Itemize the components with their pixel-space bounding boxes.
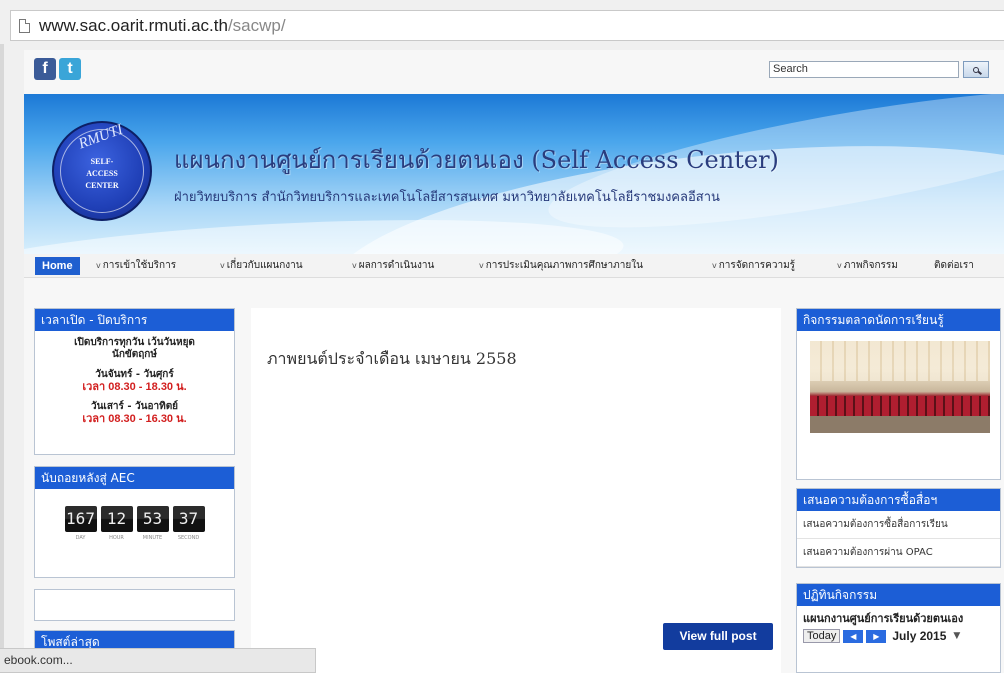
main-content: ภาพยนต์ประจำเดือน เมษายน 2558 View full … [251,308,781,673]
search-icon [973,66,979,73]
hours-note: เปิดบริการทุกวัน เว้นวันหยุด นักขัตฤกษ์ [35,337,234,361]
countdown-label: MINUTE [142,535,163,541]
weekday-hours: วันจันทร์ - วันศุกร์ เวลา 08.30 - 18.30 … [35,369,234,393]
status-bar: ebook.com... [0,648,316,673]
nav-label: ผลการดำเนินงาน [358,260,435,271]
calendar-event-title: แผนกงานศูนย์การเรียนด้วยตนเอง [803,612,964,625]
hours-note-line: เปิดบริการทุกวัน เว้นวันหยุด [74,337,195,348]
view-full-post-button[interactable]: View full post [663,623,773,650]
countdown-labels: DAY HOUR MINUTE SECOND [35,535,234,541]
chevron-down-icon: v [220,261,225,270]
weekday-time: เวลา 08.30 - 18.30 น. [82,381,187,393]
search-input[interactable]: Search [769,61,959,78]
countdown-days: 167 [64,506,97,532]
nav-label: เกี่ยวกับแผนกงาน [226,260,303,271]
nav-home[interactable]: Home [35,257,80,275]
nav-gallery[interactable]: v ภาพกิจกรรม [837,258,898,273]
countdown-label: DAY [75,535,86,541]
facebook-icon[interactable]: f [34,58,56,80]
chevron-down-icon[interactable]: ▼ [953,631,960,641]
site-logo[interactable]: RMUTI SELF- ACCESS CENTER [52,121,152,221]
url-path: /sacwp/ [227,15,286,35]
today-button[interactable]: Today [803,629,841,643]
hours-note-line: นักขัตฤกษ์ [112,349,157,360]
activity-photo[interactable] [810,341,990,433]
countdown-minutes: 53 [136,506,169,532]
calendar-controls: Today ◀ ▶ July 2015 ▼ [797,626,1000,646]
nav-results[interactable]: v ผลการดำเนินงาน [352,258,434,273]
request-link-media[interactable]: เสนอความต้องการซื้อสื่อการเรียน [797,511,1000,539]
url-host: www.sac.oarit.rmuti.ac.th [39,15,228,35]
header-banner: RMUTI SELF- ACCESS CENTER แผนกงานศูนย์กา… [24,94,1004,254]
aec-countdown-widget: นับถอยหลังสู่ AEC 167 12 53 37 DAY HOUR … [34,466,235,578]
post-title[interactable]: ภาพยนต์ประจำเดือน เมษายน 2558 [267,347,517,372]
media-request-title: เสนอความต้องการซื้อสื่อฯ [797,489,1000,511]
chevron-down-icon: v [96,261,101,270]
site-subtitle: ฝ่ายวิทยบริการ สำนักวิทยบริการและเทคโนโล… [174,190,720,205]
weekend-time: เวลา 08.30 - 16.30 น. [82,413,187,425]
nav-quality[interactable]: v การประเมินคุณภาพการศึกษาภายใน [479,258,643,273]
aec-title: นับถอยหลังสู่ AEC [35,467,234,489]
address-bar[interactable]: www.sac.oarit.rmuti.ac.th/sacwp/ [10,10,1004,41]
search-button[interactable] [963,61,989,78]
photo-floor [810,416,990,433]
calendar-widget: ปฏิทินกิจกรรม แผนกงานศูนย์การเรียนด้วยตน… [796,583,1001,673]
empty-widget [34,589,235,621]
nav-about[interactable]: v เกี่ยวกับแผนกงาน [220,258,303,273]
weekday-label: วันจันทร์ - วันศุกร์ [95,369,174,380]
countdown-digits: 167 12 53 37 [35,489,234,532]
hours-title: เวลาเปิด - ปิดบริการ [35,309,234,331]
calendar-month: July 2015 [892,629,947,643]
hours-body: เปิดบริการทุกวัน เว้นวันหยุด นักขัตฤกษ์ … [35,331,234,425]
logo-line: ACCESS [86,169,118,178]
twitter-icon[interactable]: t [59,58,81,80]
chevron-down-icon: v [479,261,484,270]
window-edge [0,44,4,673]
countdown-label: HOUR [109,535,124,541]
top-bar: f t Search [24,50,1004,94]
weekend-label: วันเสาร์ - วันอาทิตย์ [90,401,179,412]
activities-widget: กิจกรรมตลาดนัดการเรียนรู้ [796,308,1001,480]
nav-label: การจัดการความรู้ [718,260,796,271]
url-text[interactable]: www.sac.oarit.rmuti.ac.th/sacwp/ [39,16,286,36]
nav-services[interactable]: v การเข้าใช้บริการ [96,258,176,273]
hours-widget: เวลาเปิด - ปิดบริการ เปิดบริการทุกวัน เว… [34,308,235,455]
countdown-hours: 12 [100,506,133,532]
logo-text: SELF- ACCESS CENTER [54,156,150,192]
chevron-down-icon: v [712,261,717,270]
nav-label: การประเมินคุณภาพการศึกษาภายใน [485,260,643,271]
chevron-down-icon: v [352,261,357,270]
media-request-widget: เสนอความต้องการซื้อสื่อฯ เสนอความต้องการ… [796,488,1001,568]
nav-label: ภาพกิจกรรม [843,260,898,271]
next-month-button[interactable]: ▶ [866,629,887,643]
main-nav: Home v การเข้าใช้บริการ v เกี่ยวกับแผนกงาน… [24,254,1004,278]
countdown-seconds: 37 [172,506,205,532]
website: f t Search RMUTI SELF- ACCESS CENTER แผน… [24,50,1004,673]
site-title: แผนกงานศูนย์การเรียนด้วยตนเอง (Self Acce… [174,146,779,174]
chevron-down-icon: v [837,261,842,270]
weekend-hours: วันเสาร์ - วันอาทิตย์ เวลา 08.30 - 16.30… [35,401,234,425]
request-link-opac[interactable]: เสนอความต้องการผ่าน OPAC [797,539,1000,567]
countdown-label: SECOND [177,535,200,541]
prev-month-button[interactable]: ◀ [843,629,864,643]
nav-contact[interactable]: ติดต่อเรา [934,258,974,273]
nav-label: การเข้าใช้บริการ [102,260,177,271]
nav-knowledge[interactable]: v การจัดการความรู้ [712,258,795,273]
photo-seats [810,396,990,418]
photo-ceiling [810,341,990,381]
page-icon [19,18,30,33]
activities-title: กิจกรรมตลาดนัดการเรียนรู้ [797,309,1000,331]
calendar-title: ปฏิทินกิจกรรม [797,584,1000,606]
logo-line: CENTER [85,181,119,190]
logo-line: SELF- [90,157,114,166]
